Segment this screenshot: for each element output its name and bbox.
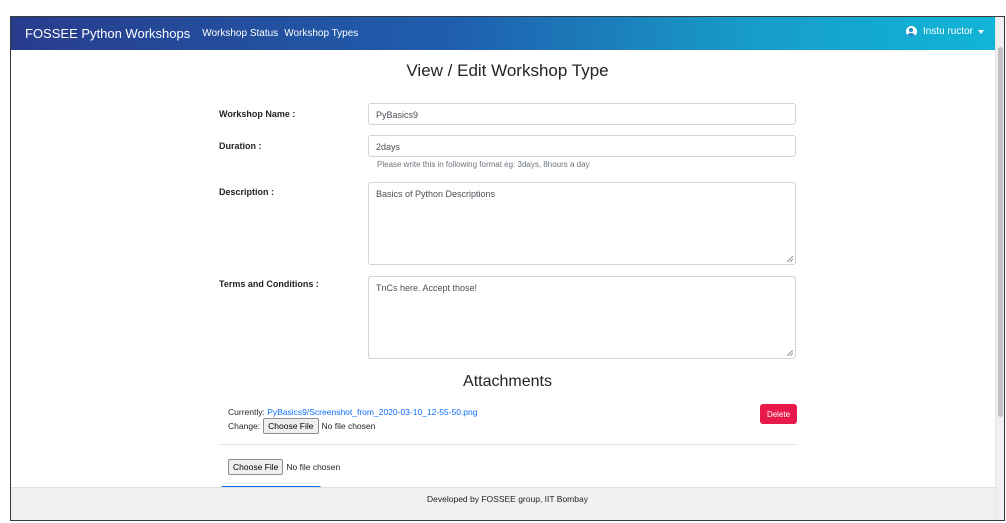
terms-label: Terms and Conditions : <box>219 279 319 289</box>
new-no-file-text: No file chosen <box>286 462 341 472</box>
change-label: Change: <box>228 421 261 431</box>
page-title: View / Edit Workshop Type <box>406 61 609 80</box>
navbar: FOSSEE Python Workshops Workshop Status … <box>11 17 1004 50</box>
user-menu[interactable]: Instu ructor <box>905 26 984 37</box>
current-file-link[interactable]: PyBasics9/Screenshot_from_2020-03-10_12-… <box>267 407 477 417</box>
change-attachment: Change: Choose File No file chosen <box>228 418 375 434</box>
choose-file-button[interactable]: Choose File <box>263 418 319 434</box>
terms-text: TnCs here. Accept those! <box>376 283 478 293</box>
description-textarea[interactable]: Basics of Python Descriptions <box>368 182 796 265</box>
scrollbar-thumb[interactable] <box>998 47 1003 417</box>
duration-label: Duration : <box>219 141 262 151</box>
footer: Developed by FOSSEE group, IIT Bombay <box>11 487 1004 520</box>
description-text: Basics of Python Descriptions <box>376 189 496 199</box>
resize-handle-icon[interactable] <box>787 350 793 356</box>
user-circle-icon <box>905 26 917 37</box>
no-file-text: No file chosen <box>321 421 376 431</box>
divider <box>219 444 797 445</box>
browser-frame: FOSSEE Python Workshops Workshop Status … <box>10 16 1005 521</box>
resize-handle-icon[interactable] <box>787 256 793 262</box>
currently-label: Currently: <box>228 407 265 417</box>
caret-down-icon <box>978 29 984 34</box>
attachments-title: Attachments <box>463 373 552 390</box>
workshop-name-input[interactable]: PyBasics9 <box>368 103 796 125</box>
brand-link[interactable]: FOSSEE Python Workshops <box>25 26 190 41</box>
description-label: Description : <box>219 187 275 197</box>
new-choose-file-button[interactable]: Choose File <box>228 459 284 475</box>
duration-help-text: Please write this in following format eg… <box>377 160 590 169</box>
nav-link-workshop-types[interactable]: Workshop Types <box>284 28 358 39</box>
footer-text: Developed by FOSSEE group, IIT Bombay <box>427 494 588 504</box>
user-name: Instu ructor <box>922 26 973 37</box>
duration-input[interactable]: 2days <box>368 135 796 157</box>
new-attachment: Choose File No file chosen <box>228 459 340 475</box>
terms-textarea[interactable]: TnCs here. Accept those! <box>368 276 796 359</box>
workshop-name-label: Workshop Name : <box>219 109 296 119</box>
vertical-scrollbar[interactable] <box>995 17 1004 520</box>
delete-button[interactable]: Delete <box>760 404 797 424</box>
current-attachment: Currently: PyBasics9/Screenshot_from_202… <box>228 407 478 417</box>
nav-link-workshop-status[interactable]: Workshop Status <box>202 28 278 39</box>
